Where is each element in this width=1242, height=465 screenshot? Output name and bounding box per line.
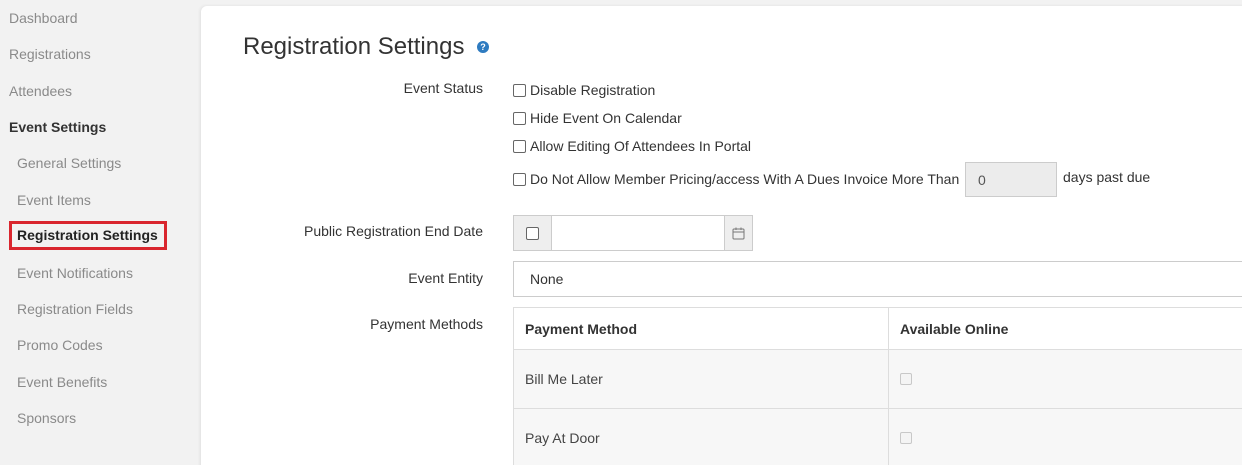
member-pricing-label: Do Not Allow Member Pricing/access With … — [530, 171, 960, 187]
disable-registration-option[interactable]: Disable Registration — [513, 82, 655, 98]
column-header-payment-method: Payment Method — [514, 308, 889, 349]
public-end-date-group — [513, 215, 753, 251]
available-online-checkbox — [900, 432, 912, 444]
days-past-due-suffix: days past due — [1063, 169, 1151, 185]
disable-registration-label: Disable Registration — [530, 82, 656, 98]
available-online-cell — [889, 350, 1242, 408]
member-pricing-option[interactable]: Do Not Allow Member Pricing/access With … — [513, 171, 959, 187]
sidebar: Dashboard Registrations Attendees Event … — [0, 0, 200, 465]
end-date-toggle — [514, 216, 552, 250]
table-row: Bill Me Later — [514, 350, 1242, 409]
calendar-icon — [732, 227, 745, 239]
event-entity-label: Event Entity — [408, 270, 483, 286]
allow-editing-checkbox[interactable] — [513, 139, 526, 153]
end-date-checkbox[interactable] — [526, 226, 539, 240]
sidebar-item-sponsors[interactable]: Sponsors — [17, 410, 76, 426]
hide-event-checkbox[interactable] — [513, 111, 526, 125]
page-title: Registration Settings — [243, 33, 465, 60]
sidebar-item-registrations[interactable]: Registrations — [9, 46, 91, 62]
allow-editing-label: Allow Editing Of Attendees In Portal — [530, 138, 752, 154]
member-pricing-checkbox[interactable] — [513, 172, 526, 186]
help-icon[interactable]: ? — [477, 41, 489, 53]
table-row: Pay At Door — [514, 409, 1242, 465]
available-online-checkbox — [900, 373, 912, 385]
sidebar-item-promo-codes[interactable]: Promo Codes — [17, 337, 103, 353]
event-entity-select[interactable]: None — [513, 261, 1242, 297]
available-online-cell — [889, 409, 1242, 465]
sidebar-item-event-benefits[interactable]: Event Benefits — [17, 374, 107, 390]
column-header-available-online: Available Online — [900, 320, 1009, 337]
payment-method-cell: Bill Me Later — [514, 350, 889, 408]
sidebar-item-dashboard[interactable]: Dashboard — [9, 10, 78, 26]
payment-methods-table: Payment Method Available Online Bill Me … — [513, 307, 1242, 465]
main-panel: Registration Settings ? Event Status Dis… — [201, 6, 1242, 465]
table-header-row: Payment Method Available Online — [514, 308, 1242, 350]
payment-method-cell: Pay At Door — [514, 409, 889, 465]
sidebar-item-event-notifications[interactable]: Event Notifications — [17, 265, 133, 281]
event-status-label: Event Status — [403, 80, 483, 96]
sidebar-item-registration-fields[interactable]: Registration Fields — [17, 301, 133, 317]
payment-methods-label: Payment Methods — [370, 316, 483, 332]
hide-event-label: Hide Event On Calendar — [530, 110, 682, 126]
sidebar-item-event-settings[interactable]: Event Settings — [9, 119, 106, 135]
sidebar-item-general-settings[interactable]: General Settings — [17, 155, 121, 171]
public-end-date-label: Public Registration End Date — [304, 223, 483, 239]
end-date-input[interactable] — [552, 216, 724, 250]
sidebar-item-attendees[interactable]: Attendees — [9, 83, 72, 99]
hide-event-option[interactable]: Hide Event On Calendar — [513, 110, 682, 126]
disable-registration-checkbox[interactable] — [513, 83, 526, 97]
allow-editing-option[interactable]: Allow Editing Of Attendees In Portal — [513, 138, 751, 154]
sidebar-item-event-items[interactable]: Event Items — [17, 192, 91, 208]
sidebar-item-registration-settings[interactable]: Registration Settings — [9, 221, 167, 250]
calendar-button[interactable] — [724, 216, 752, 250]
days-past-due-input[interactable]: 0 — [965, 162, 1057, 197]
